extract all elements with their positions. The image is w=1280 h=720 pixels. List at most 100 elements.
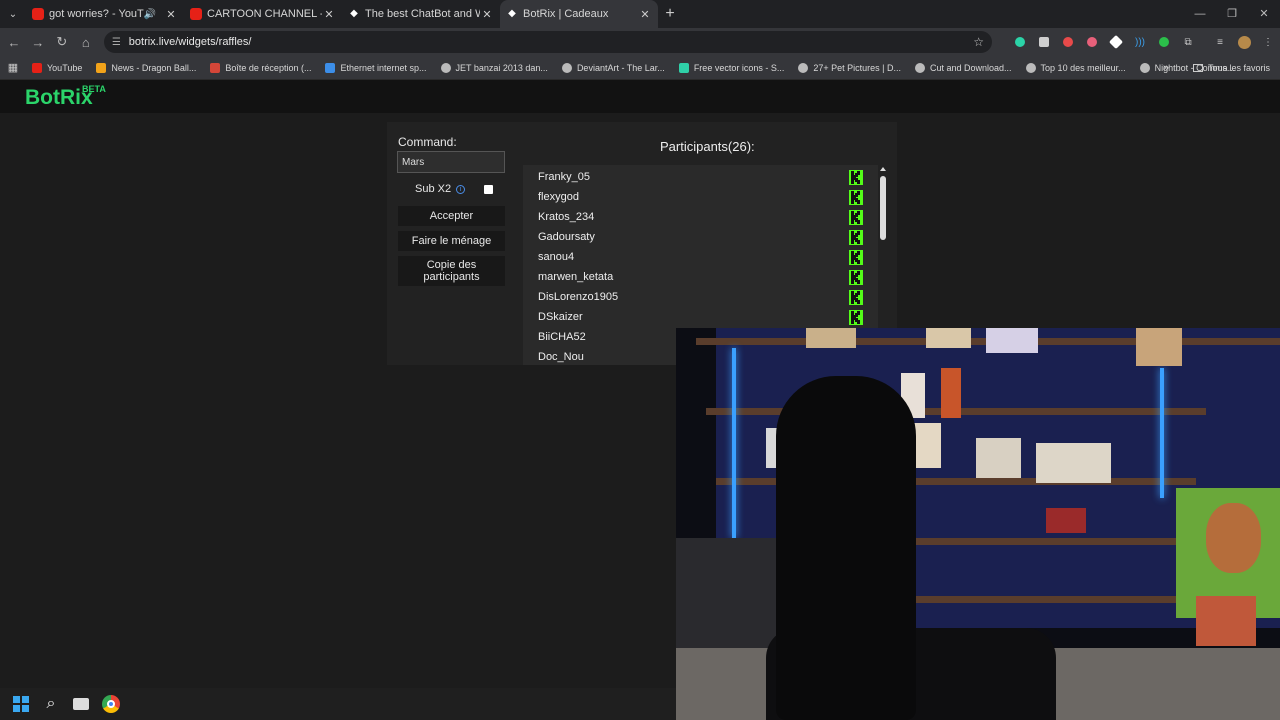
tab-3[interactable]: ◆ BotRix | Cadeaux ✕ xyxy=(500,0,658,28)
speaker-icon[interactable]: 🔊 xyxy=(144,9,156,20)
bookmark-label: DeviantArt - The Lar... xyxy=(576,62,665,73)
extension-icon[interactable] xyxy=(1152,34,1176,50)
accept-button[interactable]: Accepter xyxy=(398,206,505,226)
webcam-box xyxy=(806,328,856,348)
forward-icon[interactable]: → xyxy=(26,35,50,50)
bookmark-star-icon[interactable]: ☆ xyxy=(973,35,984,49)
webcam-books xyxy=(976,438,1021,478)
home-icon[interactable]: ⌂ xyxy=(74,35,98,50)
bookmark-label: JET banzai 2013 dan... xyxy=(455,62,548,73)
extensions-row: ))) ⧉ ≡ ⋮ xyxy=(1008,34,1280,50)
participant-name: BiiCHA52 xyxy=(538,331,586,343)
browser-toolbar: ← → ↻ ⌂ ☰ botrix.live/widgets/raffles/ ☆… xyxy=(0,28,1280,56)
task-view-icon[interactable] xyxy=(66,688,96,720)
wifi-extension-icon[interactable]: ))) xyxy=(1128,34,1152,50)
extension-icon[interactable] xyxy=(1080,34,1104,50)
participant-row: marwen_ketata xyxy=(538,267,863,287)
participant-name: marwen_ketata xyxy=(538,271,614,283)
restore-icon[interactable]: ❐ xyxy=(1216,0,1248,28)
bookmark-label: Free vector icons - S... xyxy=(693,62,785,73)
bookmark-favicon-icon xyxy=(1139,62,1150,73)
bookmark-item[interactable]: Boîte de réception (... xyxy=(210,62,312,73)
sub-x2-checkbox[interactable] xyxy=(484,185,493,194)
tab-2[interactable]: ◆ The best ChatBot and Widgets ✕ xyxy=(342,0,500,28)
bookmark-item[interactable]: DeviantArt - The Lar... xyxy=(561,62,665,73)
bookmark-favicon-icon xyxy=(325,62,336,73)
address-bar[interactable]: ☰ botrix.live/widgets/raffles/ ☆ xyxy=(103,31,993,53)
clear-button[interactable]: Faire le ménage xyxy=(398,231,505,251)
chrome-icon[interactable] xyxy=(96,688,126,720)
close-tab-icon[interactable]: ✕ xyxy=(322,8,336,21)
kick-icon xyxy=(849,210,863,225)
more-bookmarks-icon[interactable]: » xyxy=(1163,62,1169,74)
bookmark-label: Boîte de réception (... xyxy=(225,62,312,73)
url-text: botrix.live/widgets/raffles/ xyxy=(128,36,252,48)
bookmark-item[interactable]: Free vector icons - S... xyxy=(678,62,785,73)
participant-row: DSkaizer xyxy=(538,307,863,327)
bookmarks-right: » Tous les favoris xyxy=(1163,56,1270,80)
webcam-overlay xyxy=(676,328,1280,720)
scroll-up-arrow-icon[interactable] xyxy=(880,167,886,171)
bookmark-item[interactable]: JET banzai 2013 dan... xyxy=(440,62,548,73)
extension-icon[interactable] xyxy=(1008,34,1032,50)
kick-icon xyxy=(849,270,863,285)
webcam-figure xyxy=(941,368,961,418)
minimize-icon[interactable]: — xyxy=(1184,0,1216,28)
bookmark-item[interactable]: Cut and Download... xyxy=(914,62,1012,73)
participant-name: Gadoursaty xyxy=(538,231,595,243)
site-info-icon[interactable]: ☰ xyxy=(112,37,121,48)
windows-start-icon[interactable] xyxy=(6,688,36,720)
webcam-led xyxy=(1160,368,1164,498)
tab-title: got worries? - YouTube xyxy=(49,8,144,20)
close-window-icon[interactable]: ✕ xyxy=(1248,0,1280,28)
participant-name: DSkaizer xyxy=(538,311,583,323)
all-bookmarks-link[interactable]: Tous les favoris xyxy=(1208,63,1270,73)
botrix-icon: ◆ xyxy=(508,8,516,19)
participant-name: DisLorenzo1905 xyxy=(538,291,619,303)
bookmark-favicon-icon xyxy=(440,62,451,73)
close-tab-icon[interactable]: ✕ xyxy=(638,8,652,21)
avatar[interactable] xyxy=(1232,34,1256,50)
participant-name: sanou4 xyxy=(538,251,575,263)
extension-icon[interactable] xyxy=(1104,34,1128,50)
webcam-box xyxy=(986,328,1038,353)
webcam-person xyxy=(776,376,916,720)
youtube-icon xyxy=(32,8,44,20)
tab-0[interactable]: got worries? - YouTube 🔊 ✕ xyxy=(26,0,184,28)
bookmark-label: Cut and Download... xyxy=(929,62,1012,73)
tab-search-icon[interactable]: ⌄ xyxy=(0,0,26,28)
info-icon[interactable]: i xyxy=(456,184,466,194)
command-label: Command: xyxy=(398,135,457,149)
participant-row: Gadoursaty xyxy=(538,227,863,247)
reload-icon[interactable]: ↻ xyxy=(50,34,74,50)
bookmark-item[interactable]: 27+ Pet Pictures | D... xyxy=(798,62,901,73)
media-controls-icon[interactable]: ≡ xyxy=(1208,34,1232,50)
kick-icon xyxy=(849,230,863,245)
close-tab-icon[interactable]: ✕ xyxy=(164,8,178,21)
close-tab-icon[interactable]: ✕ xyxy=(480,8,494,21)
search-icon[interactable]: ⌕ xyxy=(36,688,66,720)
bookmark-item[interactable]: YouTube xyxy=(32,62,82,73)
camera-extension-icon[interactable] xyxy=(1032,34,1056,50)
command-input[interactable] xyxy=(397,151,505,173)
bookmark-item[interactable]: Top 10 des meilleur... xyxy=(1025,62,1126,73)
webcam-box xyxy=(926,328,971,348)
bookmark-item[interactable]: News - Dragon Ball... xyxy=(96,62,196,73)
extensions-puzzle-icon[interactable]: ⧉ xyxy=(1176,34,1200,50)
sub-x2-row: Sub X2 i xyxy=(415,183,466,195)
bookmark-label: Ethernet internet sp... xyxy=(340,62,427,73)
back-icon[interactable]: ← xyxy=(2,35,26,50)
bookmark-item[interactable]: Ethernet internet sp... xyxy=(325,62,427,73)
scroll-thumb[interactable] xyxy=(880,176,886,240)
tab-title: The best ChatBot and Widgets xyxy=(365,8,480,20)
new-tab-button[interactable]: + xyxy=(658,5,682,23)
menu-icon[interactable]: ⋮ xyxy=(1256,34,1280,50)
apps-grid-icon[interactable]: ▦ xyxy=(0,61,26,74)
tab-1[interactable]: CARTOON CHANNEL - YouTube ✕ xyxy=(184,0,342,28)
participant-name: Kratos_234 xyxy=(538,211,595,223)
extension-icon[interactable] xyxy=(1056,34,1080,50)
bookmark-list: YouTube News - Dragon Ball... Boîte de réc… xyxy=(32,62,1249,73)
copy-participants-button[interactable]: Copie des participants xyxy=(398,256,505,286)
participant-name: Doc_Nou xyxy=(538,351,584,363)
window-controls: — ❐ ✕ xyxy=(1184,0,1280,28)
